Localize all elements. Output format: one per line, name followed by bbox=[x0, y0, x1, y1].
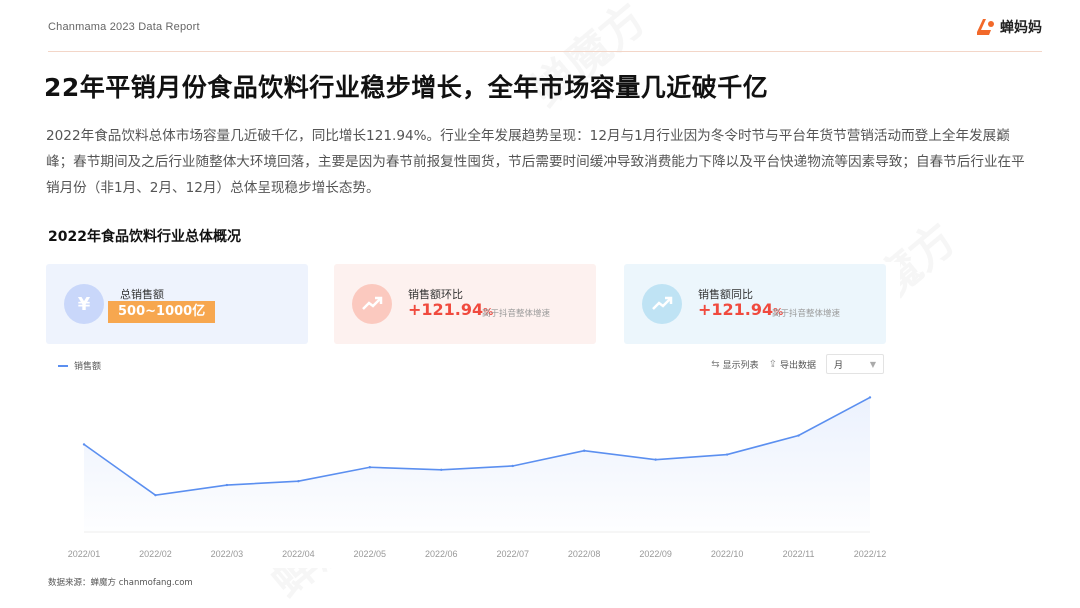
x-tick-label: 2022/05 bbox=[354, 549, 387, 559]
export-data-button[interactable]: ⇪ 导出数据 bbox=[769, 358, 816, 371]
period-value: 月 bbox=[834, 360, 844, 371]
page-title: 22年平销月份食品饮料行业稳步增长，全年市场容量几近破千亿 bbox=[44, 73, 769, 102]
data-point[interactable] bbox=[511, 464, 514, 468]
show-list-label: 显示列表 bbox=[722, 360, 759, 371]
period-select[interactable]: 月 ▼ bbox=[826, 354, 884, 374]
summary-text: 2022年食品饮料总体市场容量几近破千亿，同比增长121.94%。行业全年发展趋… bbox=[46, 128, 1025, 196]
chart-legend: 销售额 bbox=[58, 359, 101, 372]
x-tick-label: 2022/06 bbox=[425, 549, 458, 559]
data-point[interactable] bbox=[725, 453, 729, 456]
x-tick-label: 2022/08 bbox=[568, 549, 601, 559]
brand-logo-icon bbox=[977, 19, 994, 35]
sales-line-chart: 2022/01 2022/02 2022/03 2022/04 2022/05 2022/… bbox=[68, 396, 887, 559]
x-tick-label: 2022/11 bbox=[783, 549, 815, 559]
kpi-card-yoy: 销售额同比 +121.94% 高于抖音整体增速 bbox=[624, 264, 886, 344]
trend-up-icon bbox=[642, 284, 682, 324]
export-icon: ⇪ bbox=[768, 358, 777, 370]
trend-up-icon bbox=[352, 284, 392, 324]
x-tick-label: 2022/01 bbox=[68, 549, 101, 559]
chevron-down-icon: ▼ bbox=[869, 359, 876, 369]
yuan-icon: ¥ bbox=[64, 284, 104, 324]
report-label: Chanmama 2023 Data Report bbox=[48, 21, 200, 33]
x-tick-label: 2022/12 bbox=[854, 549, 887, 559]
export-label: 导出数据 bbox=[779, 360, 816, 371]
kpi-card-mom: 销售额环比 +121.94% 高于抖音整体增速 bbox=[334, 264, 596, 344]
data-source: 数据来源：蝉魔方 chanmofang.com bbox=[48, 578, 193, 588]
x-tick-label: 2022/10 bbox=[711, 549, 744, 559]
kpi-note: 高于抖音整体增速 bbox=[482, 309, 551, 319]
x-tick-label: 2022/09 bbox=[639, 549, 672, 559]
legend-swatch bbox=[58, 364, 68, 367]
data-point[interactable] bbox=[582, 449, 586, 452]
data-point[interactable] bbox=[297, 480, 300, 483]
data-point[interactable] bbox=[82, 443, 86, 446]
data-point[interactable] bbox=[868, 396, 872, 399]
kpi-value: +121.94% bbox=[698, 300, 784, 319]
data-point[interactable] bbox=[225, 483, 229, 487]
data-point[interactable] bbox=[154, 493, 157, 497]
brand-name: 蝉妈妈 bbox=[1000, 20, 1042, 36]
brand-logo: 蝉妈妈 bbox=[974, 16, 1042, 38]
data-point[interactable] bbox=[440, 468, 443, 471]
panel-title: 2022年食品饮料行业总体概况 bbox=[48, 229, 241, 245]
kpi-note: 高于抖音整体增速 bbox=[772, 309, 841, 319]
chart-toolbar: ⇆ 显示列表 ⇪ 导出数据 月 ▼ bbox=[711, 354, 884, 374]
show-list-button[interactable]: ⇆ 显示列表 bbox=[711, 358, 758, 371]
x-tick-label: 2022/03 bbox=[211, 549, 244, 559]
kpi-card-total-sales: ¥ 总销售额 500~1000亿 bbox=[46, 264, 308, 344]
x-tick-label: 2022/02 bbox=[139, 549, 172, 559]
report-header: Chanmama 2023 Data Report 蝉妈妈 bbox=[48, 19, 1042, 52]
list-icon: ⇆ bbox=[711, 358, 720, 370]
data-point[interactable] bbox=[654, 458, 657, 461]
overview-panel: ¥ 总销售额 500~1000亿 销售额环比 +121.94% 高于抖音整体增速… bbox=[46, 262, 900, 568]
kpi-label: 总销售额 bbox=[120, 288, 164, 301]
kpi-value: +121.94% bbox=[408, 300, 494, 319]
kpi-value-badge: 500~1000亿 bbox=[108, 301, 216, 323]
series-area bbox=[84, 397, 870, 532]
data-point[interactable] bbox=[368, 466, 372, 469]
x-tick-label: 2022/04 bbox=[282, 549, 315, 559]
legend-label: 销售额 bbox=[74, 362, 102, 372]
x-tick-label: 2022/07 bbox=[496, 549, 529, 559]
data-point[interactable] bbox=[797, 434, 800, 437]
